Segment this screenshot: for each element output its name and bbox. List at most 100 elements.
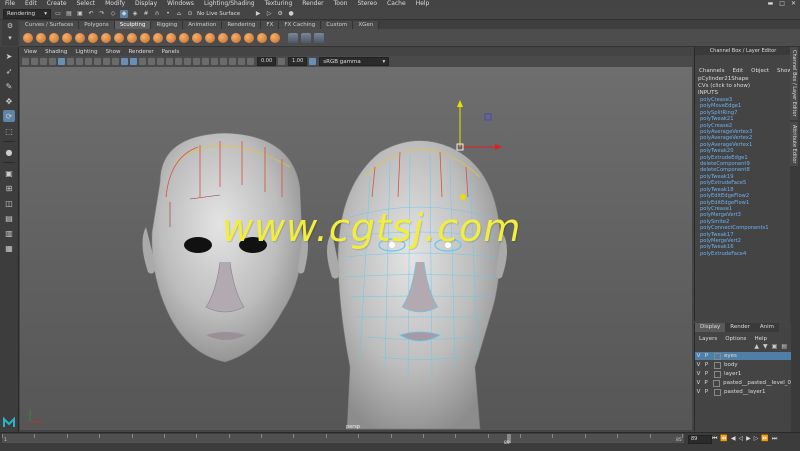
menu-display[interactable]: Display xyxy=(130,0,162,8)
scrape-tool-icon[interactable] xyxy=(166,32,176,43)
antialiasing-icon[interactable] xyxy=(193,58,200,65)
flatten-tool-icon[interactable] xyxy=(88,32,98,43)
grid-icon[interactable] xyxy=(58,58,65,65)
paint-select-icon[interactable]: ✎ xyxy=(3,80,15,92)
close-icon[interactable]: ✕ xyxy=(791,0,796,8)
side-layout-icon[interactable]: ◫ xyxy=(3,197,15,209)
layer-row[interactable]: V P eyes xyxy=(695,352,791,360)
bookmark-icon[interactable] xyxy=(40,58,47,65)
side-tab-attribute-editor[interactable]: Attribute Editor xyxy=(790,121,798,167)
panel-menu-lighting[interactable]: Lighting xyxy=(71,49,101,55)
layer-color-swatch[interactable] xyxy=(714,370,721,378)
step-forward-key-icon[interactable]: ⏩ xyxy=(761,435,768,443)
layer-color-swatch[interactable] xyxy=(713,379,721,387)
xray-components-icon[interactable] xyxy=(238,58,245,65)
snap-grid-icon[interactable]: # xyxy=(142,10,150,18)
wireframe-icon[interactable] xyxy=(121,58,128,65)
move-layer-up-icon[interactable]: ▲ xyxy=(754,343,759,351)
film-gate-icon[interactable] xyxy=(67,58,74,65)
wireframe-on-shaded-icon[interactable] xyxy=(139,58,146,65)
menu-windows[interactable]: Windows xyxy=(162,0,199,8)
gear-icon[interactable]: ⚙ xyxy=(2,20,18,32)
cb-menu-channels[interactable]: Channels xyxy=(695,67,728,76)
cb-menu-edit[interactable]: Edit xyxy=(728,67,747,76)
select-hierarchy-icon[interactable]: ◇ xyxy=(109,10,117,18)
shelf-tab-rigging[interactable]: Rigging xyxy=(151,21,184,29)
go-to-start-icon[interactable]: ⏮ xyxy=(712,435,717,443)
panel-menu-view[interactable]: View xyxy=(20,49,41,55)
new-layer-selected-icon[interactable]: ▤ xyxy=(781,343,787,351)
exposure-field[interactable]: 0.00 xyxy=(257,57,277,66)
menu-edit[interactable]: Edit xyxy=(20,0,42,8)
camera-attributes-icon[interactable] xyxy=(31,58,38,65)
smooth-shade-icon[interactable] xyxy=(130,58,137,65)
shelf-menu-icon[interactable]: ▾ xyxy=(2,32,18,44)
render-settings-icon[interactable]: ⚙ xyxy=(276,10,284,18)
shelf-tab-polygons[interactable]: Polygons xyxy=(79,21,115,29)
layer-row[interactable]: V P layer1 xyxy=(695,370,791,378)
scale-tool-icon[interactable]: ⬚ xyxy=(3,125,15,137)
time-slider-track[interactable]: 1 85 xyxy=(2,434,684,443)
relax-tool-icon[interactable] xyxy=(49,32,59,43)
mask-tool-icon[interactable] xyxy=(257,32,267,43)
shelf-tab-fx-caching[interactable]: FX Caching xyxy=(279,21,322,29)
cvs-toggle[interactable]: CVs (click to show) xyxy=(695,83,791,90)
layer-visibility-toggle[interactable]: V xyxy=(695,371,702,377)
save-scene-icon[interactable]: ▣ xyxy=(76,10,84,18)
graph-layout-icon[interactable]: ▥ xyxy=(3,227,15,239)
lasso-icon[interactable]: ➶ xyxy=(3,65,15,77)
ipr-render-icon[interactable]: ▷ xyxy=(265,10,273,18)
xray-icon[interactable] xyxy=(220,58,227,65)
xray-joints-icon[interactable] xyxy=(229,58,236,65)
move-tool-icon[interactable]: ✥ xyxy=(3,95,15,107)
layer-visibility-toggle[interactable]: V xyxy=(695,353,702,359)
gamma-field[interactable]: 1.00 xyxy=(288,57,308,66)
isolate-select-icon[interactable] xyxy=(211,58,218,65)
smooth-tool-icon[interactable] xyxy=(36,32,46,43)
shelf-tab-animation[interactable]: Animation xyxy=(183,21,223,29)
safe-action-icon[interactable] xyxy=(103,58,110,65)
shelf-tab-custom[interactable]: Custom xyxy=(321,21,354,29)
layer-playback-toggle[interactable]: P xyxy=(702,362,711,368)
gamma-icon[interactable] xyxy=(278,58,286,65)
pinch-tool-icon[interactable] xyxy=(75,32,85,43)
layer-menu-layers[interactable]: Layers xyxy=(695,335,721,343)
shelf-tab-curves-surfaces[interactable]: Curves / Surfaces xyxy=(20,21,80,29)
motion-blur-icon[interactable] xyxy=(184,58,191,65)
menu-set-dropdown[interactable]: Rendering ▾ xyxy=(3,8,51,19)
rotate-tool-icon[interactable]: ⟳ xyxy=(3,110,15,122)
camera-select-icon[interactable] xyxy=(22,58,29,65)
bulge-tool-icon[interactable] xyxy=(218,32,228,43)
spray-tool-icon[interactable] xyxy=(114,32,124,43)
move-layer-down-icon[interactable]: ▼ xyxy=(763,343,768,351)
resolution-gate-icon[interactable] xyxy=(76,58,83,65)
menu-render[interactable]: Render xyxy=(297,0,328,8)
depth-of-field-icon[interactable] xyxy=(202,58,209,65)
step-forward-frame-icon[interactable]: ▷ xyxy=(754,435,759,443)
panel-menu-show[interactable]: Show xyxy=(102,49,125,55)
layer-visibility-toggle[interactable]: V xyxy=(695,389,702,395)
menu-help[interactable]: Help xyxy=(411,0,435,8)
tab-render[interactable]: Render xyxy=(725,323,755,332)
undo-icon[interactable]: ↶ xyxy=(87,10,95,18)
open-scene-icon[interactable]: ▤ xyxy=(65,10,73,18)
history-item[interactable]: polyExtrudeFace4 xyxy=(695,251,791,257)
repeat-tool-icon[interactable] xyxy=(127,32,137,43)
select-object-icon[interactable]: ◆ xyxy=(120,9,128,18)
menu-stereo[interactable]: Stereo xyxy=(352,0,382,8)
single-layout-icon[interactable]: ▣ xyxy=(3,167,15,179)
ambient-occlusion-icon[interactable] xyxy=(175,58,182,65)
imprint-tool-icon[interactable] xyxy=(140,32,150,43)
textured-icon[interactable] xyxy=(148,58,155,65)
layer-playback-toggle[interactable]: P xyxy=(702,353,711,359)
maximize-icon[interactable]: □ xyxy=(779,0,785,8)
image-plane-icon[interactable] xyxy=(49,58,56,65)
grab-tool-icon[interactable] xyxy=(62,32,72,43)
tab-anim[interactable]: Anim xyxy=(754,323,780,332)
shelf-tab-rendering[interactable]: Rendering xyxy=(222,21,262,29)
menu-select[interactable]: Select xyxy=(72,0,101,8)
tab-display[interactable]: Display xyxy=(695,323,726,332)
layer-row[interactable]: V P pasted__layer1 xyxy=(695,388,791,396)
select-arrow-icon[interactable]: ➤ xyxy=(3,50,15,62)
fill-tool-icon[interactable] xyxy=(179,32,189,43)
